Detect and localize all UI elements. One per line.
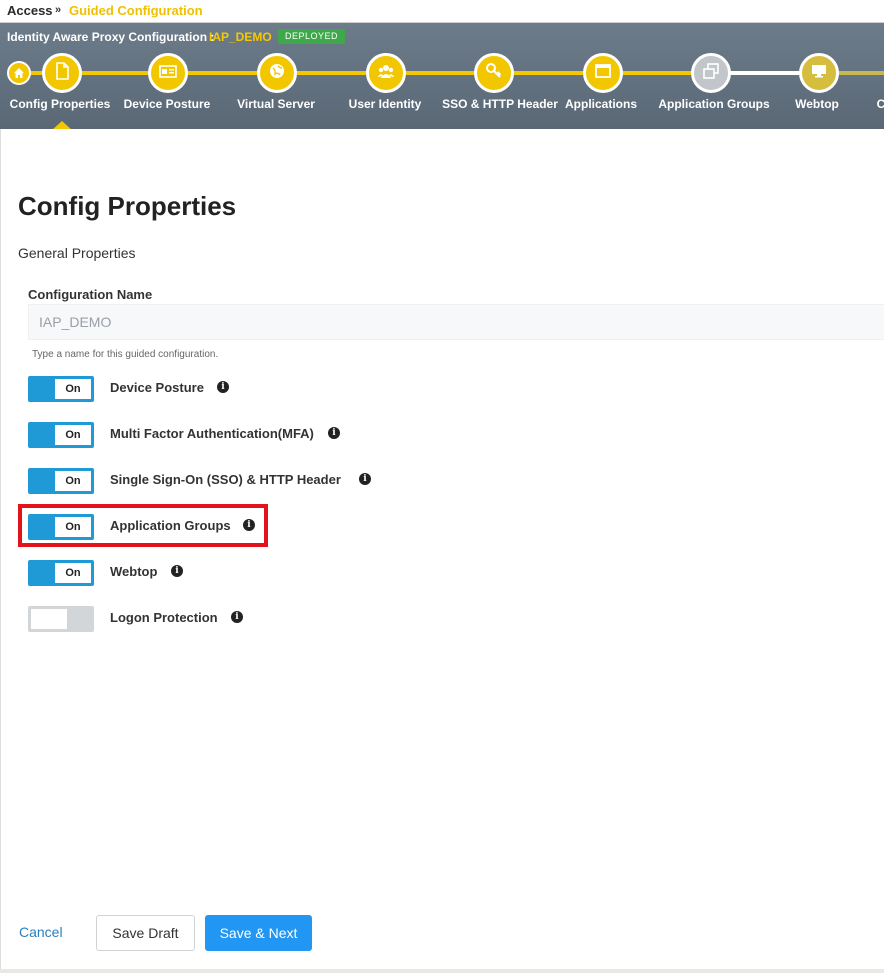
step-label-sso-http-header[interactable]: SSO & HTTP Header: [442, 97, 558, 111]
users-icon: [377, 62, 395, 85]
cancel-link[interactable]: Cancel: [19, 924, 63, 940]
breadcrumb-separator: »: [55, 4, 62, 16]
toggle-knob: On: [55, 379, 91, 399]
breadcrumb-guided-configuration[interactable]: Guided Configuration: [69, 3, 203, 18]
webtop-toggle[interactable]: On: [28, 560, 94, 586]
breadcrumb-access[interactable]: Access: [7, 3, 53, 18]
toggle-knob: On: [55, 471, 91, 491]
step-label-application-groups[interactable]: Application Groups: [658, 97, 769, 111]
step-sso-http-header[interactable]: [474, 53, 514, 93]
step-label-user-identity[interactable]: User Identity: [349, 97, 422, 111]
wizard-header: Identity Aware Proxy Configuration : IAP…: [0, 23, 884, 129]
step-webtop[interactable]: [799, 53, 839, 93]
home-icon[interactable]: [7, 61, 31, 85]
progress-track: [22, 71, 792, 75]
device-posture-toggle[interactable]: On: [28, 376, 94, 402]
toggle-knob: On: [55, 517, 91, 537]
info-icon[interactable]: i: [243, 519, 255, 531]
key-icon: [485, 62, 503, 85]
status-badge: DEPLOYED: [278, 29, 346, 44]
application-groups-label: Application Groups: [110, 518, 231, 533]
logon-protection-label: Logon Protection: [110, 610, 218, 625]
step-label-next[interactable]: C: [877, 97, 884, 111]
section-heading: General Properties: [18, 245, 136, 261]
sso-http-header-toggle[interactable]: On: [28, 468, 94, 494]
page-title: Config Properties: [18, 191, 237, 221]
mfa-toggle[interactable]: On: [28, 422, 94, 448]
step-label-applications[interactable]: Applications: [565, 97, 637, 111]
step-label-webtop[interactable]: Webtop: [795, 97, 839, 111]
window-icon: [594, 62, 612, 85]
step-label-virtual-server[interactable]: Virtual Server: [237, 97, 315, 111]
step-label-device-posture[interactable]: Device Posture: [124, 97, 211, 111]
step-applications[interactable]: [583, 53, 623, 93]
save-draft-button[interactable]: Save Draft: [96, 915, 195, 951]
device-posture-label: Device Posture: [110, 380, 204, 395]
step-application-groups[interactable]: [691, 53, 731, 93]
info-icon[interactable]: i: [359, 473, 371, 485]
step-user-identity[interactable]: [366, 53, 406, 93]
sso-http-header-label: Single Sign-On (SSO) & HTTP Header: [110, 472, 341, 487]
info-icon[interactable]: i: [217, 381, 229, 393]
step-label-config-properties[interactable]: Config Properties: [10, 97, 111, 111]
toggle-knob: On: [55, 425, 91, 445]
application-groups-toggle[interactable]: On: [28, 514, 94, 540]
globe-icon: [268, 62, 286, 85]
logon-protection-toggle[interactable]: [28, 606, 94, 632]
id-card-icon: [159, 62, 177, 85]
save-next-button[interactable]: Save & Next: [205, 915, 312, 951]
step-virtual-server[interactable]: [257, 53, 297, 93]
configuration-name-input[interactable]: [28, 304, 884, 340]
step-device-posture[interactable]: [148, 53, 188, 93]
toggle-knob: [31, 609, 67, 629]
webtop-label: Webtop: [110, 564, 158, 579]
page-bottom-edge: [0, 969, 884, 973]
mfa-label: Multi Factor Authentication(MFA): [110, 426, 314, 441]
document-icon: [53, 61, 71, 85]
info-icon[interactable]: i: [328, 427, 340, 439]
main-content: Config Properties General Properties Con…: [0, 129, 884, 969]
copy-icon: [702, 62, 720, 85]
toggle-knob: On: [55, 563, 91, 583]
monitor-icon: [810, 62, 828, 85]
configuration-name-help: Type a name for this guided configuratio…: [32, 349, 219, 360]
info-icon[interactable]: i: [171, 565, 183, 577]
step-config-properties[interactable]: [42, 53, 82, 93]
configuration-name-label: Configuration Name: [28, 287, 153, 302]
info-icon[interactable]: i: [231, 611, 243, 623]
top-breadcrumb-bar: Access » Guided Configuration: [0, 0, 884, 23]
config-title: Identity Aware Proxy Configuration :: [7, 30, 215, 44]
config-name: IAP_DEMO: [209, 30, 272, 44]
